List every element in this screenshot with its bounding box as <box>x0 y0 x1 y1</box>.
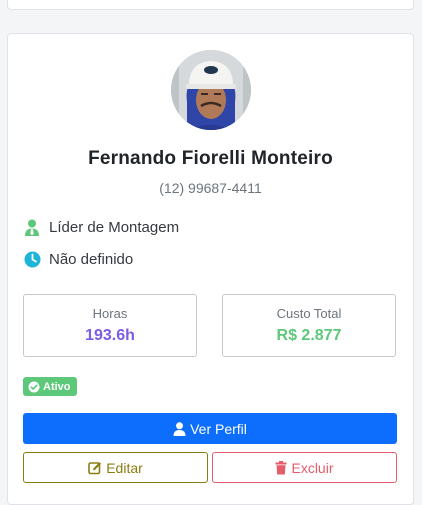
hours-label: Horas <box>92 306 128 321</box>
check-circle-icon <box>28 381 40 393</box>
employee-phone: (12) 99687-4411 <box>159 180 262 196</box>
previous-card <box>7 0 414 10</box>
status-label: Ativo <box>43 380 71 393</box>
edit-label: Editar <box>106 459 143 476</box>
view-profile-label: Ver Perfil <box>190 420 247 437</box>
delete-button[interactable]: Excluir <box>212 452 397 483</box>
shift-text: Não definido <box>49 250 134 268</box>
user-tie-icon <box>23 218 41 236</box>
cost-stat: Custo Total R$ 2.877 <box>222 294 396 357</box>
cost-label: Custo Total <box>276 306 342 321</box>
avatar <box>171 50 251 130</box>
edit-icon <box>88 461 102 475</box>
role-text: Líder de Montagem <box>49 218 180 236</box>
edit-button[interactable]: Editar <box>23 452 208 483</box>
cost-value: R$ 2.877 <box>276 327 342 344</box>
clock-icon <box>23 250 41 268</box>
role-row: Líder de Montagem <box>23 217 179 237</box>
employee-name: Fernando Fiorelli Monteiro <box>88 148 333 169</box>
hours-stat: Horas 193.6h <box>23 294 197 357</box>
delete-label: Excluir <box>291 459 334 476</box>
trash-icon <box>275 460 287 475</box>
hours-value: 193.6h <box>85 327 135 344</box>
view-profile-button[interactable]: Ver Perfil <box>23 413 397 444</box>
employee-card: Fernando Fiorelli Monteiro (12) 99687-44… <box>7 33 414 505</box>
shift-row: Não definido <box>23 249 133 269</box>
status-badge: Ativo <box>23 377 77 396</box>
user-icon <box>173 421 186 436</box>
